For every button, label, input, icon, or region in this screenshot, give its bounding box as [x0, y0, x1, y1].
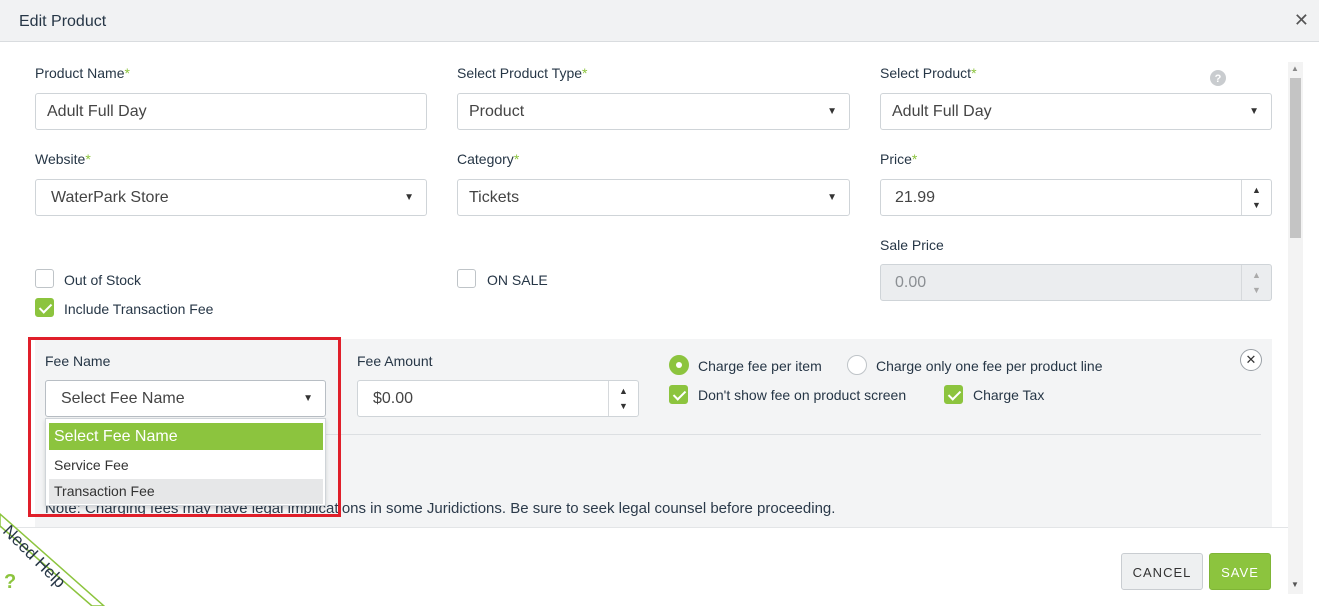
charge-per-item-label: Charge fee per item: [698, 358, 822, 374]
dialog-header: Edit Product ✕: [0, 0, 1319, 42]
select-product-select[interactable]: Adult Full Day ▼: [880, 93, 1272, 130]
fee-name-dropdown: Select Fee Name Service Fee Transaction …: [45, 418, 326, 506]
arrow-up-icon[interactable]: ▲: [1252, 185, 1261, 195]
out-of-stock-checkbox[interactable]: [35, 269, 54, 288]
svg-text:?: ?: [1215, 73, 1222, 85]
dropdown-option-service-fee[interactable]: Service Fee: [49, 453, 323, 477]
on-sale-label: ON SALE: [487, 272, 548, 288]
scrollbar[interactable]: ▲ ▼: [1288, 62, 1303, 594]
product-type-select[interactable]: Product ▼: [457, 93, 850, 130]
charge-tax-label: Charge Tax: [973, 387, 1045, 403]
sale-price-stepper: ▲ ▼: [1241, 265, 1271, 300]
price-label: Price*: [880, 151, 918, 167]
remove-fee-icon[interactable]: ✕: [1240, 349, 1262, 371]
fee-name-label: Fee Name: [45, 353, 111, 369]
arrow-down-icon: ▼: [1252, 285, 1261, 295]
need-help-ribbon[interactable]: Need Help ?: [0, 496, 110, 606]
include-transaction-fee-label: Include Transaction Fee: [64, 301, 214, 317]
dont-show-fee-checkbox[interactable]: [669, 385, 688, 404]
arrow-down-icon[interactable]: ▼: [619, 401, 628, 411]
category-select[interactable]: Tickets ▼: [457, 179, 850, 216]
scroll-thumb[interactable]: [1290, 78, 1301, 238]
arrow-up-icon: ▲: [1252, 270, 1261, 280]
help-question-icon: ?: [4, 571, 16, 593]
charge-per-item-radio[interactable]: [669, 355, 689, 375]
product-name-label: Product Name*: [35, 65, 130, 81]
required-mark: *: [124, 65, 130, 81]
charge-one-per-line-radio[interactable]: [847, 355, 867, 375]
caret-down-icon: ▼: [404, 192, 414, 203]
arrow-up-icon[interactable]: ▲: [619, 386, 628, 396]
dialog-footer: CANCEL SAVE: [0, 527, 1288, 606]
product-name-input[interactable]: Adult Full Day: [35, 93, 427, 130]
caret-down-icon: ▼: [1249, 106, 1259, 117]
price-stepper[interactable]: ▲ ▼: [1241, 180, 1271, 215]
sale-price-label: Sale Price: [880, 237, 944, 253]
out-of-stock-label: Out of Stock: [64, 272, 142, 288]
scroll-down-icon[interactable]: ▼: [1291, 580, 1299, 589]
caret-down-icon: ▼: [827, 192, 837, 203]
price-input[interactable]: 21.99 ▲ ▼: [880, 179, 1272, 216]
caret-down-icon: ▼: [827, 106, 837, 117]
select-product-label: Select Product*: [880, 65, 977, 81]
on-sale-checkbox[interactable]: [457, 269, 476, 288]
fee-amount-label: Fee Amount: [357, 353, 433, 369]
fee-name-select[interactable]: Select Fee Name ▼: [45, 380, 326, 417]
website-select[interactable]: WaterPark Store ▼: [35, 179, 427, 216]
question-circle-icon[interactable]: ?: [1210, 70, 1226, 86]
product-type-label: Select Product Type*: [457, 65, 588, 81]
caret-down-icon: ▼: [303, 393, 313, 404]
close-icon[interactable]: ✕: [1294, 10, 1309, 31]
fee-amount-stepper[interactable]: ▲ ▼: [608, 381, 638, 416]
dropdown-option-select-fee-name[interactable]: Select Fee Name: [49, 423, 323, 450]
include-transaction-fee-checkbox[interactable]: [35, 298, 54, 317]
charge-tax-checkbox[interactable]: [944, 385, 963, 404]
fee-amount-input[interactable]: $0.00 ▲ ▼: [357, 380, 639, 417]
scroll-up-icon[interactable]: ▲: [1291, 64, 1299, 73]
website-label: Website*: [35, 151, 91, 167]
category-label: Category*: [457, 151, 520, 167]
charge-one-per-line-label: Charge only one fee per product line: [876, 358, 1103, 374]
save-button[interactable]: SAVE: [1209, 553, 1271, 590]
dialog-title: Edit Product: [19, 13, 107, 30]
arrow-down-icon[interactable]: ▼: [1252, 200, 1261, 210]
cancel-button[interactable]: CANCEL: [1121, 553, 1203, 590]
dont-show-fee-label: Don't show fee on product screen: [698, 387, 907, 403]
sale-price-input: 0.00 ▲ ▼: [880, 264, 1272, 301]
